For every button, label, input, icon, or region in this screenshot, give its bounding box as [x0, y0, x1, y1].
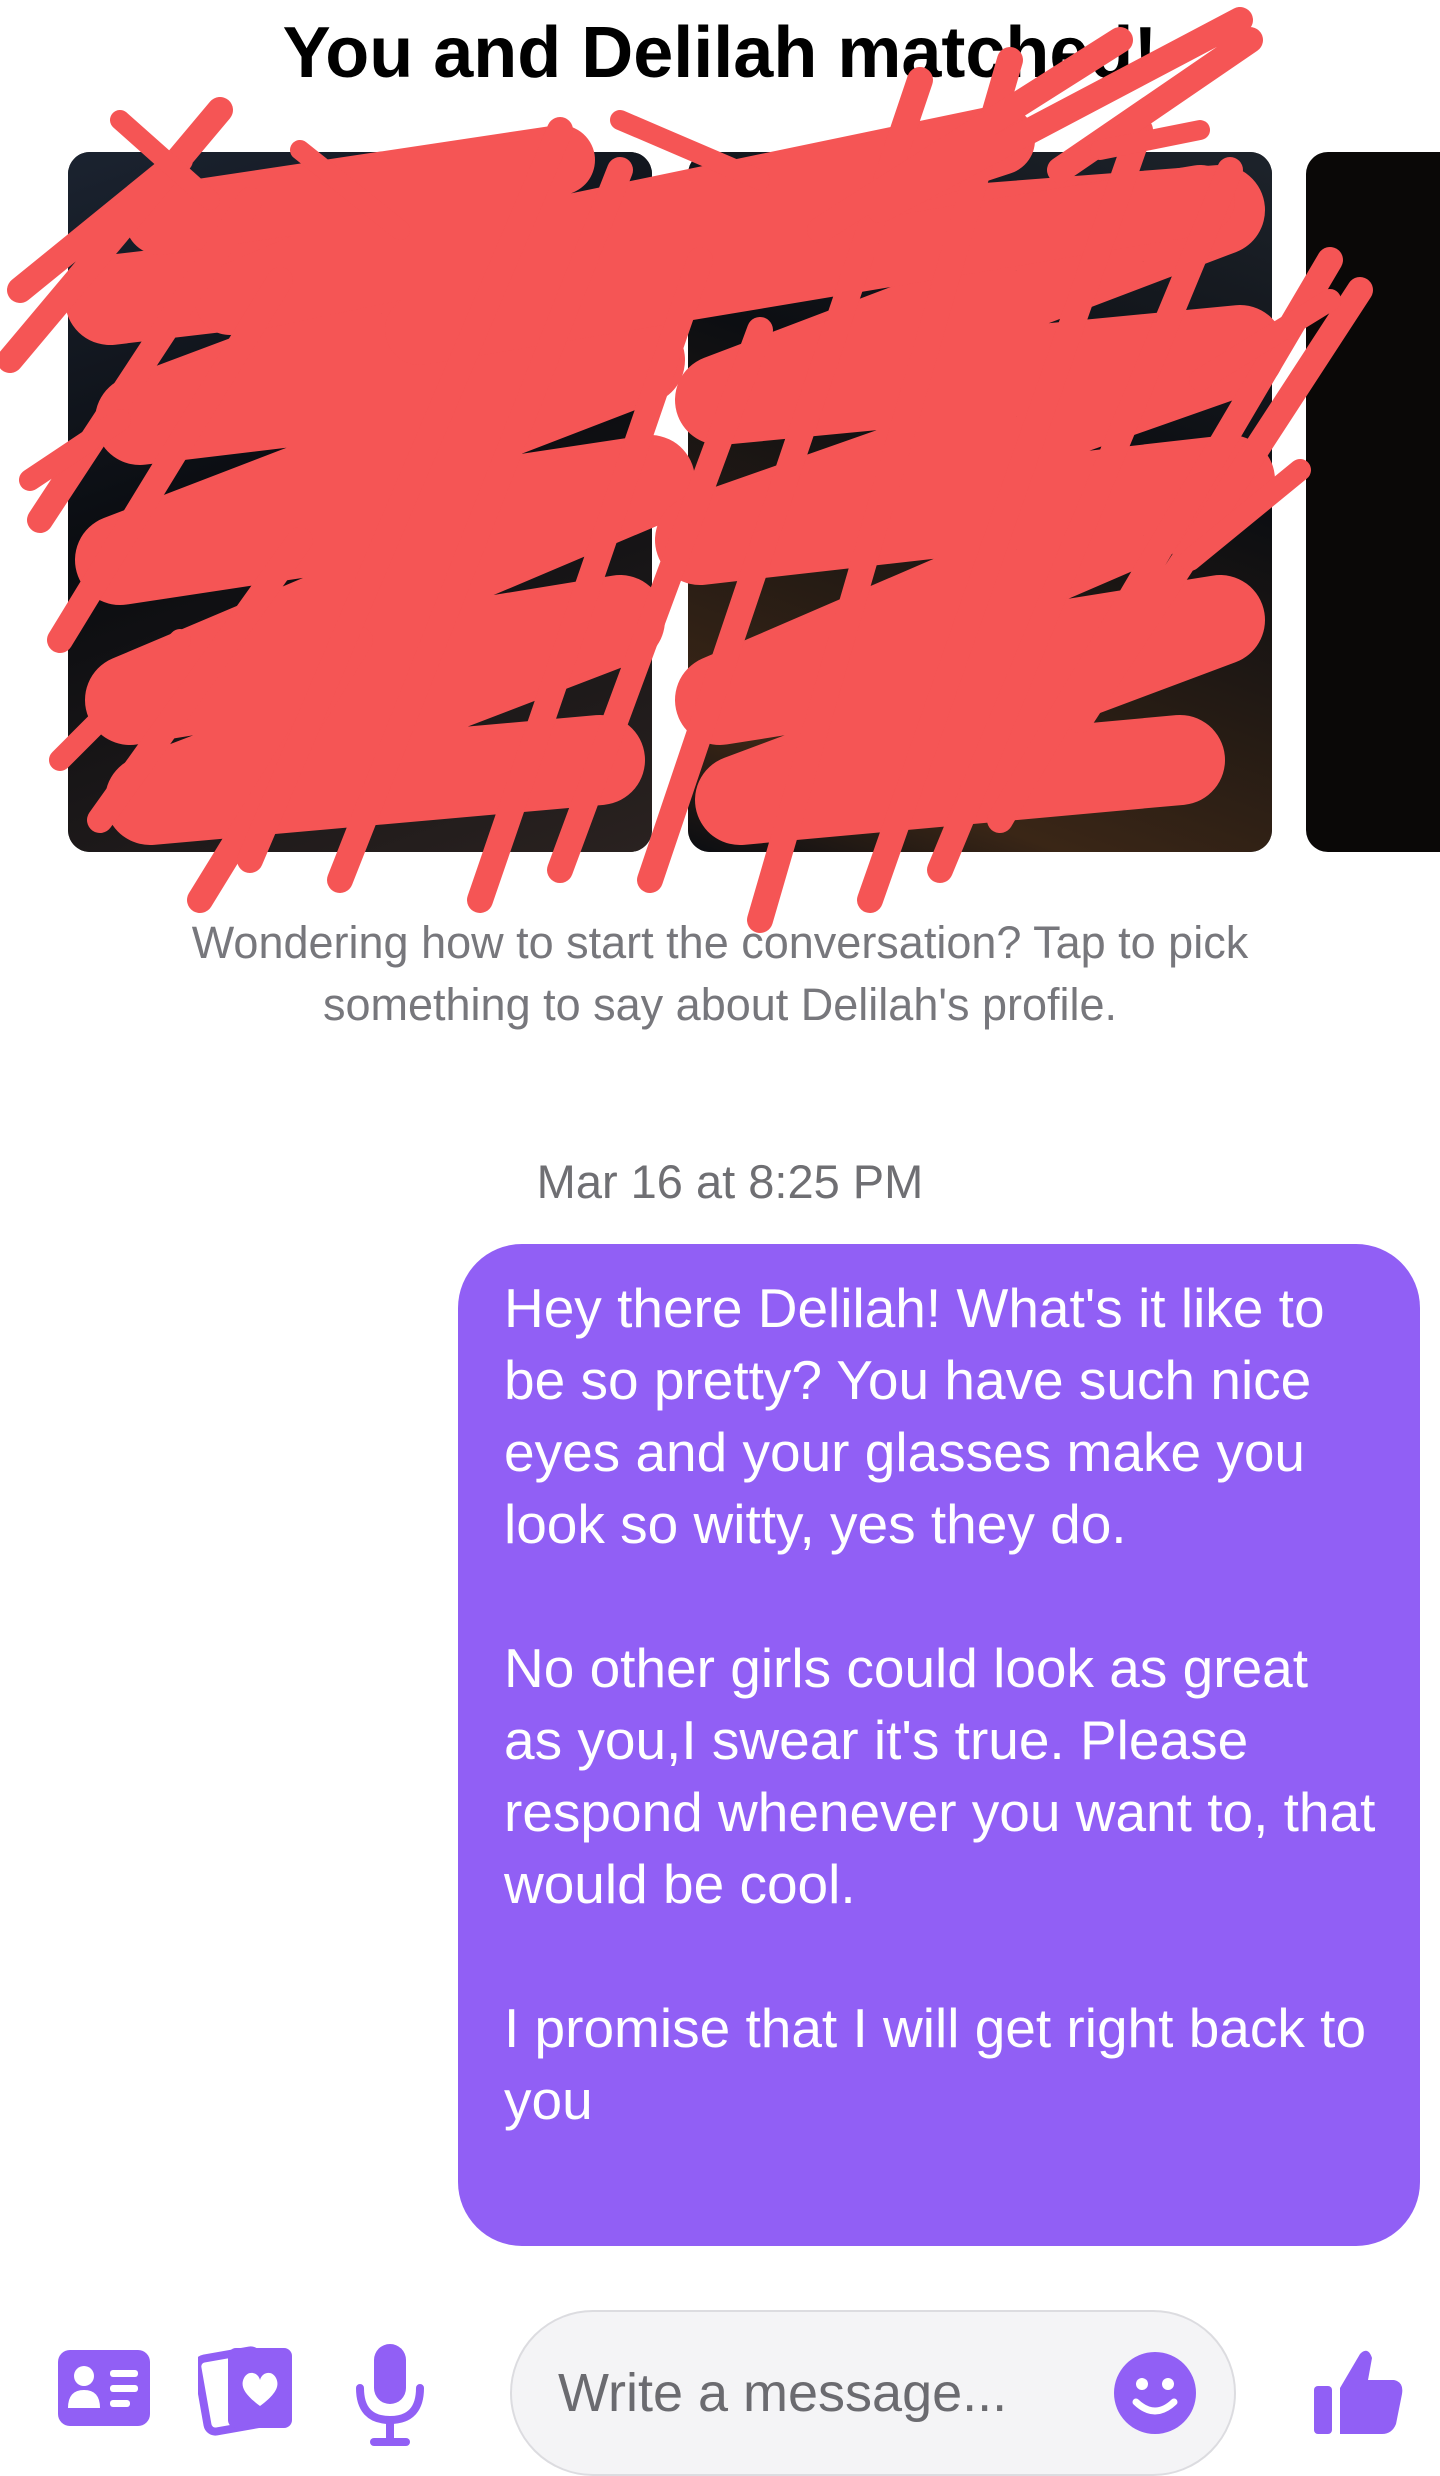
profile-card-icon[interactable] [56, 2348, 152, 2428]
profile-photo-carousel[interactable] [0, 152, 1440, 852]
outgoing-message-bubble[interactable]: Hey there Delilah! What's it like to be … [458, 1244, 1420, 2246]
microphone-icon[interactable] [352, 2340, 428, 2450]
photo-heart-icon[interactable] [198, 2340, 298, 2436]
profile-photo-2[interactable] [688, 152, 1272, 852]
message-timestamp: Mar 16 at 8:25 PM [536, 1155, 924, 1208]
thumbs-up-icon[interactable] [1310, 2344, 1406, 2440]
match-title: You and Delilah matched! [282, 13, 1158, 93]
profile-photo-1[interactable] [68, 152, 652, 852]
message-input-container[interactable] [510, 2310, 1236, 2476]
conversation-starter-prompt[interactable]: Wondering how to start the conversation?… [170, 912, 1270, 1036]
message-input[interactable] [556, 2352, 1080, 2434]
profile-photo-3[interactable] [1306, 152, 1440, 852]
emoji-icon[interactable] [1112, 2350, 1198, 2436]
